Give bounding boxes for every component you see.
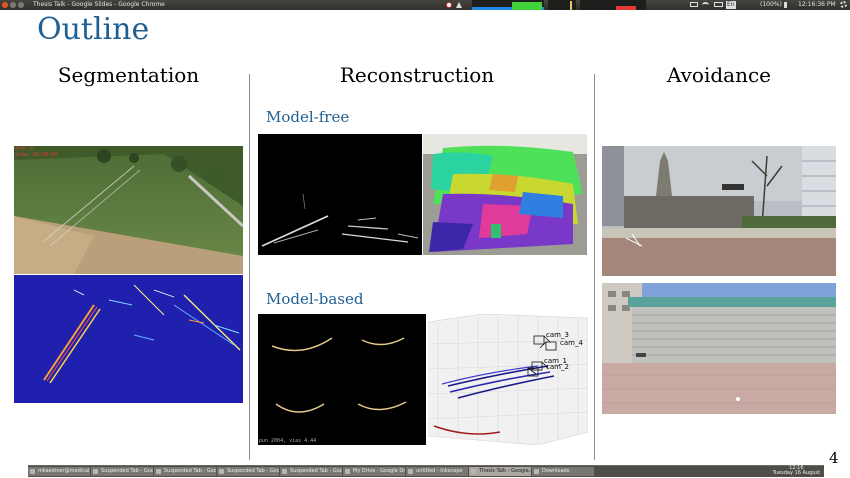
cpu-graph[interactable] xyxy=(472,0,544,10)
keyboard-layout-indicator[interactable]: En xyxy=(726,1,736,9)
wifi-icon[interactable] xyxy=(702,2,709,8)
battery-icon[interactable] xyxy=(714,2,723,7)
courtyard-photo xyxy=(602,146,836,276)
detected-curves-view: pun 2004, vias 4.44 xyxy=(258,314,426,445)
reconstruction-heading: Reconstruction xyxy=(339,63,495,87)
column-divider-right xyxy=(594,74,595,460)
disk-graph[interactable] xyxy=(580,0,646,10)
slide-title: Outline xyxy=(37,12,150,47)
window-close-button[interactable] xyxy=(2,2,8,8)
tray-clock[interactable]: 12:16:36 PM xyxy=(798,0,836,10)
point-cloud-reconstruction xyxy=(423,134,587,255)
depth-edge-map xyxy=(258,134,422,255)
seg-time-caption: time: 00:00:00 xyxy=(15,152,58,158)
rooftop-photo xyxy=(602,283,836,414)
cam-label-3: cam_3 xyxy=(546,331,569,339)
slide-page-number: 4 xyxy=(829,449,839,467)
model-free-heading: Model-free xyxy=(266,108,350,126)
battery-percentage: (100%) xyxy=(760,1,782,8)
segmentation-output-map xyxy=(14,275,243,403)
taskbar: mkaestner@medical... Suspended Tab - Goo… xyxy=(28,465,824,477)
task-downloads[interactable]: Downloads xyxy=(532,467,594,476)
taskbar-task-list: mkaestner@medical... Suspended Tab - Goo… xyxy=(28,467,594,476)
mail-icon[interactable] xyxy=(690,2,698,7)
volume-icon[interactable] xyxy=(784,2,790,8)
taskbar-clock[interactable]: 12:16 Tuesday 16 August xyxy=(773,466,820,476)
bluetooth-icon[interactable] xyxy=(742,2,748,8)
task-suspended-tab-3[interactable]: Suspended Tab - Goo... xyxy=(217,467,279,476)
task-terminal[interactable]: mkaestner@medical... xyxy=(28,467,90,476)
window-maximize-button[interactable] xyxy=(18,2,24,8)
task-thesis-talk[interactable]: Thesis Talk - Google... xyxy=(469,467,531,476)
window-minimize-button[interactable] xyxy=(10,2,16,8)
cam-label-4: cam_4 xyxy=(560,339,583,347)
aerial-field-photo: frm: 3 time: 00:00:00 xyxy=(14,146,243,274)
camera-pose-plot: cam_3 cam_4 cam_1 cam_2 xyxy=(428,314,588,445)
system-tray: En (100%) 12:16:36 PM xyxy=(444,0,850,10)
depth-caption: pun 2004, vias 4.44 xyxy=(259,438,317,444)
task-inkscape[interactable]: untitled - Inkscape xyxy=(406,467,468,476)
window-title-bar: Thesis Talk - Google Slides - Google Chr… xyxy=(0,0,850,10)
avoidance-heading: Avoidance xyxy=(666,63,771,87)
network-graph[interactable] xyxy=(548,0,576,10)
task-google-drive[interactable]: My Drive - Google Dr... xyxy=(343,467,405,476)
task-suspended-tab-1[interactable]: Suspended Tab - Goo... xyxy=(91,467,153,476)
model-based-heading: Model-based xyxy=(266,290,364,308)
taskbar-clock-date: Tuesday 16 August xyxy=(772,470,820,476)
column-divider-left xyxy=(249,74,250,460)
chrome-icon[interactable] xyxy=(446,2,452,8)
cam-label-2: cam_2 xyxy=(546,363,569,371)
segmentation-heading: Segmentation xyxy=(57,63,200,87)
window-title: Thesis Talk - Google Slides - Google Chr… xyxy=(33,1,165,8)
upload-arrow-icon[interactable] xyxy=(456,2,462,8)
task-suspended-tab-4[interactable]: Suspended Tab - Goo... xyxy=(280,467,342,476)
window-controls xyxy=(2,2,24,8)
task-suspended-tab-2[interactable]: Suspended Tab - Goo... xyxy=(154,467,216,476)
gear-icon[interactable] xyxy=(840,1,847,8)
